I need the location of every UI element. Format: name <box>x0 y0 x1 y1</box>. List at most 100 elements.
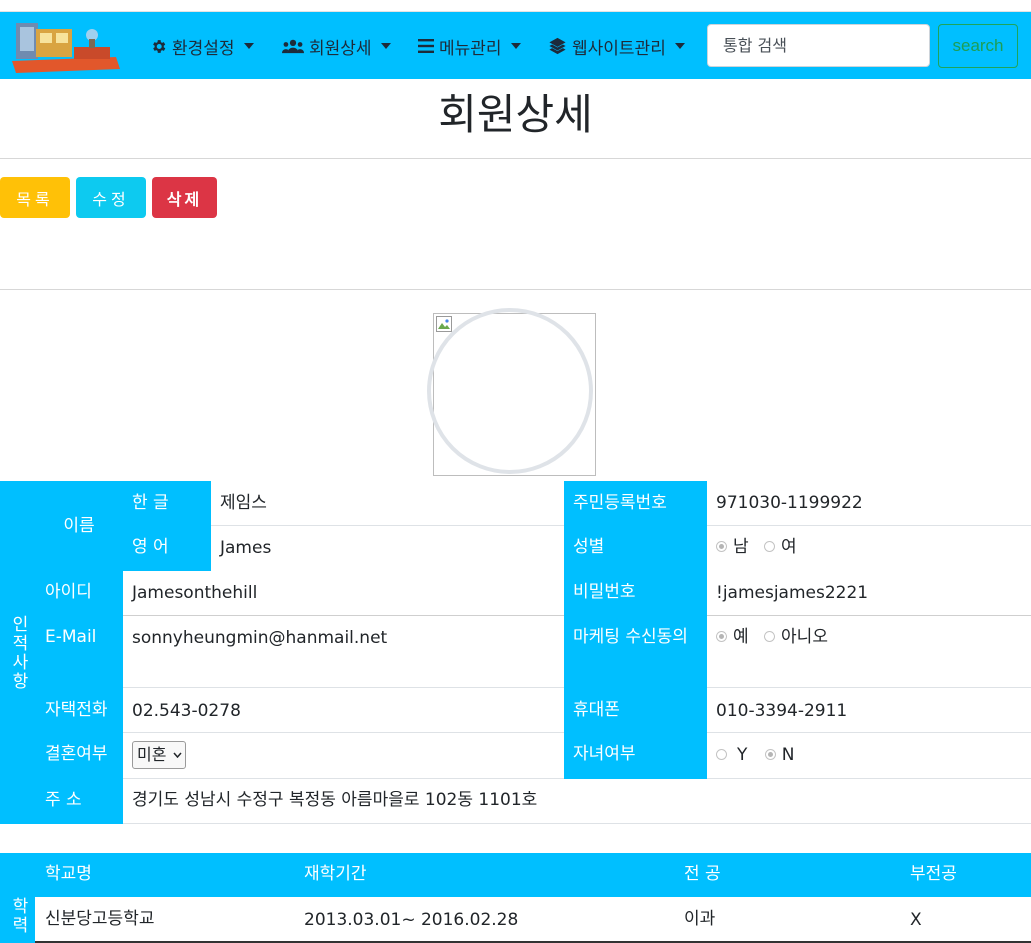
children-no-label: N <box>781 745 795 765</box>
row-divider <box>707 615 1031 616</box>
korean-label: 한 글 <box>132 493 169 513</box>
id-label: 아이디 <box>45 582 92 602</box>
gender-header: 성별 <box>564 526 707 571</box>
caret-down-icon <box>510 43 521 49</box>
nav-label-member-detail: 회원상세 <box>309 38 372 59</box>
marketing-yes-label: 예 <box>733 627 749 647</box>
marital-value <box>123 733 564 779</box>
top-navbar: 환경설정 회원상세 메뉴관리 웹사이트관리 search <box>0 12 1031 79</box>
browser-top-strip <box>0 0 1031 12</box>
caret-down-icon <box>380 43 391 49</box>
id-header: 아이디 <box>35 571 123 616</box>
home-phone-label: 자택전화 <box>45 700 108 720</box>
marketing-no-label: 아니오 <box>781 627 828 647</box>
marital-header: 결혼여부 <box>35 733 123 779</box>
marital-select[interactable]: 미혼 <box>132 741 186 769</box>
education-header-major: 전 공 <box>684 864 721 884</box>
id-value: Jamesonthehill <box>123 571 564 616</box>
gender-male-label: 남 <box>733 537 749 557</box>
list-icon <box>418 39 434 53</box>
profile-photo <box>427 308 596 476</box>
mobile-text: 010-3394-2911 <box>716 701 848 721</box>
delete-button[interactable]: 삭제 <box>152 177 217 218</box>
users-icon <box>282 39 304 54</box>
mobile-label: 휴대폰 <box>573 700 620 720</box>
marital-label: 결혼여부 <box>45 744 108 764</box>
rrn-text: 971030-1199922 <box>716 493 863 513</box>
password-header: 비밀번호 <box>564 571 707 616</box>
row-divider <box>123 823 1031 824</box>
password-label: 비밀번호 <box>573 582 636 602</box>
education-school-cell: 신분당고등학교 <box>45 909 155 929</box>
search-button[interactable]: search <box>938 24 1018 68</box>
korean-name-header: 한 글 <box>123 481 211 526</box>
education-header-school: 학교명 <box>45 864 92 884</box>
password-value: !jamesjames2221 <box>707 571 1031 616</box>
mobile-header: 휴대폰 <box>564 688 707 733</box>
education-header-period: 재학기간 <box>304 864 367 884</box>
education-period-cell: 2013.03.01~ 2016.02.28 <box>304 910 519 930</box>
nav-label-menu-management: 메뉴관리 <box>439 38 502 59</box>
caret-down-icon <box>674 43 685 49</box>
address-text: 경기도 성남시 수정구 복정동 아름마을로 102동 1101호 <box>132 790 538 810</box>
children-yes-radio[interactable] <box>716 748 727 760</box>
children-label: 자녀여부 <box>573 744 636 764</box>
children-header: 자녀여부 <box>564 733 707 779</box>
email-text: sonnyheungmin@hanmail.net <box>132 628 388 648</box>
nav-item-settings[interactable]: 환경설정 <box>150 34 259 59</box>
education-major-cell: 이과 <box>684 909 716 929</box>
section-personal-info: 인적사항 <box>0 481 35 824</box>
password-text: !jamesjames2221 <box>716 583 869 603</box>
nav-item-menu-management[interactable]: 메뉴관리 <box>418 34 526 59</box>
photo-placeholder-ring <box>427 308 593 474</box>
children-no-radio[interactable] <box>764 748 776 760</box>
nav-item-member-detail[interactable]: 회원상세 <box>282 34 396 59</box>
divider <box>0 158 1031 159</box>
children-value: Y N <box>707 733 1031 779</box>
row-divider <box>211 525 564 526</box>
address-label: 주 소 <box>45 790 82 810</box>
email-header: E-Mail <box>35 616 123 688</box>
divider <box>0 289 1031 290</box>
education-section-label: 학력 <box>8 897 28 935</box>
row-divider <box>123 732 564 733</box>
row-divider <box>123 778 564 779</box>
gear-icon <box>153 39 166 53</box>
name-header: 이름 <box>35 481 123 571</box>
marketing-consent-value: 예 아니오 <box>707 616 1031 688</box>
section-education: 학력 <box>0 853 35 943</box>
marketing-no-radio[interactable] <box>764 630 776 642</box>
list-button[interactable]: 목록 <box>0 177 70 218</box>
caret-down-icon <box>243 43 254 49</box>
marketing-yes-radio[interactable] <box>716 630 727 642</box>
search-input[interactable] <box>707 24 930 67</box>
row-divider <box>707 525 1031 526</box>
gender-female-label: 여 <box>781 537 797 557</box>
education-header-minor: 부전공 <box>910 864 957 884</box>
broken-image-icon <box>436 316 452 332</box>
gender-value: 남 여 <box>707 526 1031 571</box>
english-name-value: James <box>211 526 564 571</box>
nav-item-website-management[interactable]: 웹사이트관리 <box>548 34 690 59</box>
education-minor-cell: X <box>910 910 922 930</box>
row-divider <box>123 687 564 688</box>
edit-button[interactable]: 수정 <box>76 177 146 218</box>
marital-select-value: 미혼 <box>137 745 167 764</box>
layers-icon <box>549 37 566 55</box>
row-divider <box>707 732 1031 733</box>
address-value: 경기도 성남시 수정구 복정동 아름마을로 102동 1101호 <box>123 779 1031 824</box>
email-value: sonnyheungmin@hanmail.net <box>123 616 564 688</box>
gender-female-radio[interactable] <box>764 540 776 552</box>
row-divider <box>123 615 564 616</box>
english-value: James <box>220 538 272 558</box>
marketing-consent-header: 마케팅 수신동의 <box>564 616 707 688</box>
gender-male-radio[interactable] <box>716 540 727 552</box>
row-divider <box>707 778 1031 779</box>
site-logo[interactable] <box>12 17 120 73</box>
rrn-value: 971030-1199922 <box>707 481 1031 526</box>
home-phone-text: 02.543-0278 <box>132 701 241 721</box>
row-divider <box>707 687 1031 688</box>
address-header: 주 소 <box>35 779 123 824</box>
home-phone-value: 02.543-0278 <box>123 688 564 733</box>
home-phone-header: 자택전화 <box>35 688 123 733</box>
